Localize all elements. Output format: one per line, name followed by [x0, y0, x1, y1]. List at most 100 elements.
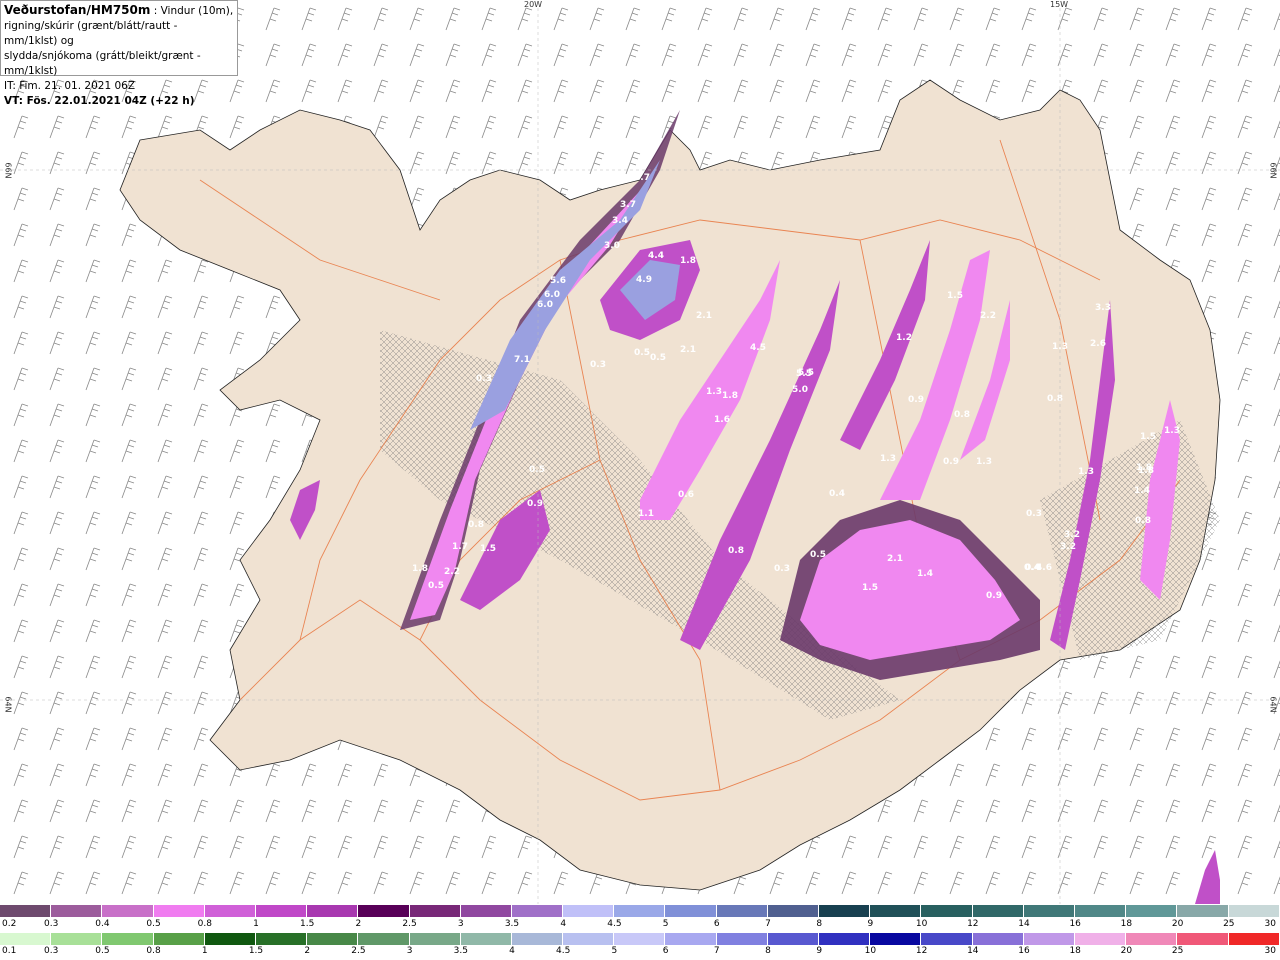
legend-swatch: [972, 905, 1024, 917]
legend-rain-colorbar: [0, 933, 1280, 945]
precip-value-label: 1.3: [880, 454, 896, 464]
precip-value-label: 0.9: [527, 499, 543, 509]
precip-value-label: 2.1: [696, 311, 712, 321]
weather-map: 0.73.73.43.04.44.91.85.66.06.02.17.10.5 0…: [0, 0, 1280, 904]
legend-swatch: [1126, 905, 1178, 917]
legend-swatch: [409, 933, 461, 945]
precip-value-label: 0.5: [428, 581, 444, 591]
legend-swatch: [819, 905, 871, 917]
precip-value-label: 1.5: [862, 583, 878, 593]
lat-label-66n-right: 66N: [1268, 162, 1278, 179]
precip-value-label: 0.5: [634, 348, 650, 358]
legend-swatch: [767, 905, 819, 917]
precip-value-label: 4.6: [1036, 563, 1052, 573]
legend-label: 2.5: [351, 946, 366, 956]
legend-label: 10: [915, 919, 928, 929]
legend-label: 7: [713, 946, 720, 956]
legend-label: 0.1: [2, 946, 17, 956]
legend-label: 10: [864, 946, 877, 956]
legend-label: 12: [915, 946, 928, 956]
legend-label: 5: [662, 919, 669, 929]
legend-swatch: [307, 933, 359, 945]
legend-snow-labels: 0.2 0.3 0.4 0.5 0.8 1 1.5 2 2.5 3 3.5 4 4.5 5 6 7 8 9 10 12…: [0, 919, 1280, 932]
legend-label: 20: [1120, 946, 1133, 956]
precip-value-label: 0.7: [634, 173, 650, 183]
precip-value-label: 0.8: [954, 410, 970, 420]
legend-label: 12: [967, 919, 979, 929]
legend-label: 2: [304, 946, 311, 956]
legend-swatch: [307, 905, 359, 917]
precip-value-label: 1.3: [1164, 426, 1180, 436]
legend-label: 30: [1264, 946, 1276, 956]
precip-value-label: 1.8: [722, 391, 738, 401]
precip-value-label: 3.3: [1095, 303, 1111, 313]
precip-value-label: 1.5: [1140, 432, 1156, 442]
legend-label: 1.5: [300, 919, 315, 929]
title-rain-desc: rigning/skúrir (grænt/blátt/rautt - mm/1…: [4, 20, 178, 47]
legend-swatch: [716, 933, 768, 945]
title-valid-time: VT: Fös. 22.01.2021 04Z (+22 h): [4, 95, 195, 107]
legend-swatch: [153, 905, 205, 917]
precip-value-label: 0.9: [986, 591, 1002, 601]
legend-swatch: [409, 905, 461, 917]
lat-label-66n-left: 66N: [3, 162, 13, 179]
legend-swatch: [972, 933, 1024, 945]
precip-value-label: 0.3: [590, 360, 606, 370]
legend-label: 0.5: [95, 946, 110, 956]
legend-label: 4: [560, 919, 567, 929]
legend-label: 16: [1069, 919, 1081, 929]
precip-value-label: 2.2: [980, 311, 996, 321]
precip-value-label: 1.4: [1134, 486, 1150, 496]
precip-value-label: 1.3: [976, 457, 992, 467]
legend-label: 0.3: [44, 919, 59, 929]
precip-value-label: 2.1: [887, 554, 903, 564]
legend-swatch: [870, 933, 922, 945]
precip-value-label: 0.5: [529, 465, 545, 475]
legend-swatch: [614, 933, 666, 945]
title-snow-desc: slydda/snjókoma (grátt/bleikt/grænt - mm…: [4, 50, 201, 77]
precip-value-label: 1.8: [412, 564, 428, 574]
precip-value-label: 1.2: [896, 333, 912, 343]
legend-swatch: [0, 933, 52, 945]
precip-value-label: 0.5: [650, 353, 666, 363]
legend-label: 18: [1069, 946, 1081, 956]
legend-label: 30: [1264, 919, 1276, 929]
legend-label: 7: [765, 919, 771, 929]
precip-value-label: 3.2: [1064, 530, 1080, 540]
legend-swatch: [1023, 905, 1075, 917]
precip-value-label: 1.6: [714, 415, 730, 425]
precip-value-label: 4.5: [750, 343, 766, 353]
legend-swatch: [921, 933, 973, 945]
legend-swatch: [511, 905, 564, 917]
legend-label: 20: [1171, 919, 1184, 929]
precip-value-label: 1.1: [638, 509, 654, 519]
precip-value-label: 1.5: [480, 544, 496, 554]
precip-value-label: 0.8: [468, 520, 484, 530]
legend-label: 1: [253, 919, 259, 929]
precip-value-label: 6.0: [537, 300, 553, 310]
legend-swatch: [255, 933, 308, 945]
title-variable: : Vindur (10m),: [150, 5, 234, 17]
legend-label: 4.5: [556, 946, 571, 956]
precip-value-label: 0.6: [678, 490, 694, 500]
precip-value-label: 0.5: [810, 550, 826, 560]
legend-label: 25: [1223, 919, 1235, 929]
precip-value-label: 5.0: [792, 385, 808, 395]
legend-swatch: [460, 933, 512, 945]
legend-label: 6: [713, 919, 720, 929]
legend-swatch: [511, 933, 564, 945]
precip-value-label: 3.2: [1060, 542, 1076, 552]
lat-label-64n-right: 64N: [1268, 696, 1278, 713]
precip-value-label: 0.3: [476, 374, 492, 384]
legend-swatch: [921, 905, 973, 917]
legend-label: 14: [967, 946, 979, 956]
precip-value-label: 3.7: [620, 200, 636, 210]
precip-value-label: 2.2: [444, 567, 460, 577]
legend-label: 2.5: [402, 919, 417, 929]
precip-value-label: 0.8: [1047, 394, 1063, 404]
title-box: Veðurstofan/HM750m : Vindur (10m), rigni…: [0, 0, 238, 107]
precip-value-label: 0.4: [829, 489, 845, 499]
precip-value-label: 1.4: [917, 569, 933, 579]
precip-value-label: 4.9: [636, 275, 652, 285]
legend-rain-labels: 0.1 0.3 0.5 0.8 1 1.5 2 2.5 3 3.5 4 4.5 5 6 7 8 9 10 12 14 1…: [0, 946, 1280, 959]
